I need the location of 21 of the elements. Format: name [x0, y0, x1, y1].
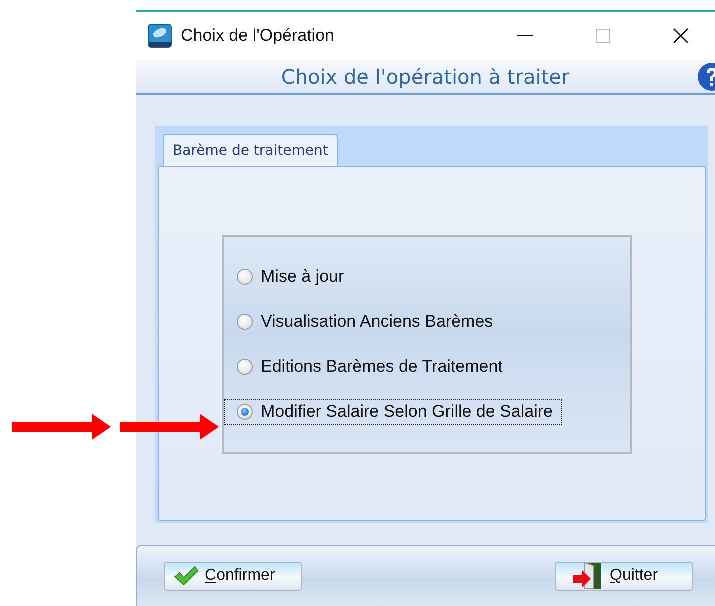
- close-icon[interactable]: [672, 28, 688, 44]
- radio-option[interactable]: Mise à jour: [224, 264, 354, 290]
- radio-option[interactable]: Editions Barèmes de Traitement: [224, 354, 512, 380]
- checkmark-icon: [173, 565, 199, 587]
- app-logo-icon: [148, 24, 172, 48]
- radio-button[interactable]: [237, 314, 253, 330]
- radio-option[interactable]: Modifier Salaire Selon Grille de Salaire: [224, 399, 562, 425]
- window-title: Choix de l'Opération: [181, 26, 336, 46]
- radio-option[interactable]: Visualisation Anciens Barèmes: [224, 309, 502, 335]
- radio-button[interactable]: [237, 404, 253, 420]
- quit-button[interactable]: Quitter: [555, 562, 693, 590]
- radio-button[interactable]: [237, 269, 253, 285]
- maximize-icon[interactable]: [596, 29, 610, 43]
- tab[interactable]: Barème de traitement: [163, 134, 338, 166]
- dialog-heading: Choix de l'opération à traiter: [281, 64, 570, 88]
- radio-button[interactable]: [237, 359, 253, 375]
- arrow-icon: [120, 414, 219, 440]
- minimize-icon[interactable]: [516, 35, 532, 37]
- confirm-button[interactable]: Confirmer: [164, 562, 302, 590]
- exit-door-icon: [572, 562, 604, 590]
- arrow-icon: [12, 414, 111, 440]
